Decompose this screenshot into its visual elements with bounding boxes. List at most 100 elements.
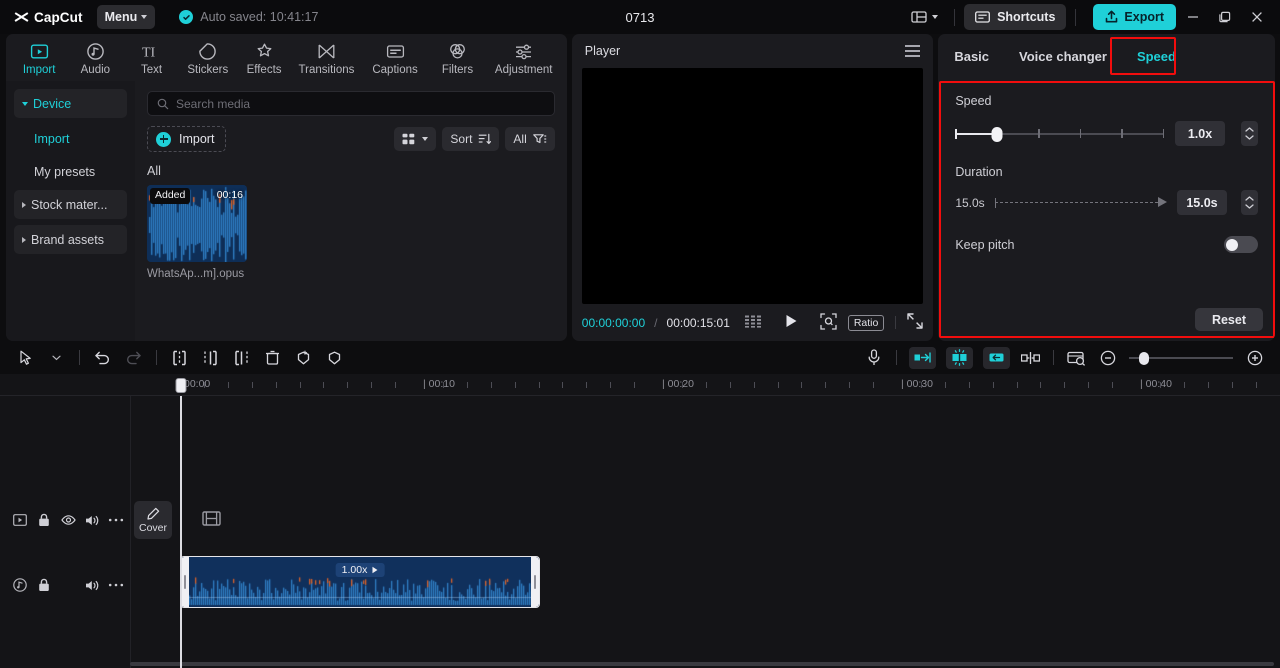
keyframe-add-icon[interactable]: [288, 344, 319, 371]
video-track-lane[interactable]: [130, 492, 1280, 548]
eye-icon[interactable]: [56, 509, 80, 531]
import-media-button[interactable]: Import: [147, 126, 227, 152]
snap-end-icon[interactable]: [983, 346, 1010, 369]
zoom-slider-thumb[interactable]: [1139, 351, 1149, 365]
playhead-handle[interactable]: [175, 378, 187, 393]
browser-toolbar: Import Sort All: [147, 126, 555, 152]
sidebar-item-import[interactable]: Import: [14, 124, 127, 153]
keep-pitch-toggle[interactable]: [1223, 236, 1258, 253]
zoom-in-icon[interactable]: [1239, 344, 1270, 371]
undo-icon[interactable]: [87, 344, 118, 371]
timeline-ruler[interactable]: 00:00 | 00:10 | 00:20 | 00:30 | 00:40: [0, 374, 1280, 396]
duration-value-input[interactable]: 15.0s: [1176, 190, 1227, 215]
shortcuts-button[interactable]: Shortcuts: [964, 4, 1067, 30]
duration-stepper[interactable]: [1240, 190, 1258, 215]
media-thumbnail[interactable]: Added 00:16: [147, 185, 247, 262]
tab-import[interactable]: Import: [12, 39, 66, 76]
clip-trim-handle-left[interactable]: [181, 557, 189, 607]
layout-button[interactable]: [904, 6, 945, 28]
current-timecode: 00:00:00:00: [581, 315, 646, 330]
playhead[interactable]: [175, 378, 187, 668]
play-icon[interactable]: [8, 509, 32, 531]
split-left-icon[interactable]: [195, 344, 226, 371]
split-icon[interactable]: [164, 344, 195, 371]
ratio-button[interactable]: Ratio: [847, 314, 885, 331]
cursor-tool-icon[interactable]: [10, 344, 41, 371]
chevron-down-icon: [22, 101, 28, 106]
split-right-icon[interactable]: [226, 344, 257, 371]
more-icon[interactable]: [104, 574, 128, 596]
tab-effects[interactable]: Effects: [237, 39, 291, 76]
cover-button[interactable]: Cover: [134, 501, 172, 539]
reset-button[interactable]: Reset: [1194, 308, 1263, 331]
keyframe-icon[interactable]: [319, 344, 350, 371]
capcut-logo-icon: [14, 11, 29, 24]
cursor-tool-dropdown-icon[interactable]: [41, 344, 72, 371]
sidebar-item-brand-assets[interactable]: Brand assets: [14, 225, 127, 254]
play-button[interactable]: [785, 314, 798, 331]
timeline-horizontal-scrollbar[interactable]: [130, 662, 1274, 666]
sidebar-item-stock-materials[interactable]: Stock mater...: [14, 190, 127, 219]
speed-value-input[interactable]: 1.0x: [1174, 121, 1225, 146]
volume-icon[interactable]: [80, 509, 104, 531]
audio-track-lane[interactable]: 1.00x: [130, 556, 1280, 614]
snap-start-icon[interactable]: [909, 346, 936, 369]
grid-view-button[interactable]: [394, 127, 437, 151]
tab-captions[interactable]: Captions: [362, 39, 429, 76]
tab-transitions[interactable]: Transitions: [293, 39, 360, 76]
clip-trim-handle-right[interactable]: [531, 557, 539, 607]
lock-icon[interactable]: [32, 509, 56, 531]
lock-icon[interactable]: [32, 574, 56, 596]
autosave-text: Auto saved: 10:41:17: [200, 10, 319, 24]
search-input[interactable]: Search media: [147, 91, 555, 116]
more-icon[interactable]: [104, 509, 128, 531]
audio-icon[interactable]: [8, 574, 32, 596]
snap-center-icon[interactable]: [946, 346, 973, 369]
tab-speed[interactable]: Speed: [1135, 45, 1178, 68]
transitions-icon: [317, 41, 336, 61]
speed-stepper[interactable]: [1240, 121, 1258, 146]
effects-icon: [255, 41, 274, 61]
filters-icon: [448, 41, 467, 61]
sidebar-item-device[interactable]: Device: [14, 89, 127, 118]
zoom-fit-icon[interactable]: [820, 312, 837, 333]
minimize-button[interactable]: [1178, 2, 1208, 32]
filter-button[interactable]: All: [505, 127, 555, 151]
tab-basic[interactable]: Basic: [952, 45, 991, 68]
sort-button[interactable]: Sort: [442, 127, 500, 151]
ruler-tick: [1183, 382, 1185, 388]
ruler-label: | 00:30: [901, 378, 933, 390]
slider-thumb[interactable]: [991, 126, 1003, 142]
microphone-icon[interactable]: [858, 344, 889, 371]
speed-slider-row: 1.0x: [955, 121, 1258, 146]
maximize-button[interactable]: [1210, 2, 1240, 32]
tab-adjustment[interactable]: Adjustment: [487, 39, 561, 76]
speed-slider[interactable]: [955, 126, 1165, 142]
export-button[interactable]: Export: [1093, 4, 1176, 30]
tab-filters[interactable]: Filters: [430, 39, 484, 76]
mirror-split-icon[interactable]: [1015, 344, 1046, 371]
video-clip-placeholder-icon[interactable]: [202, 510, 222, 528]
timeline-zoom-slider[interactable]: [1129, 351, 1233, 365]
media-item[interactable]: Added 00:16 WhatsAp...m].opus: [147, 185, 247, 280]
tab-audio[interactable]: Audio: [68, 39, 122, 76]
player-stage[interactable]: [581, 68, 924, 304]
volume-icon[interactable]: [80, 574, 104, 596]
delete-icon[interactable]: [257, 344, 288, 371]
zoom-out-icon[interactable]: [1092, 344, 1123, 371]
menu-label: Menu: [104, 10, 138, 24]
clip-speed-badge[interactable]: 1.00x: [335, 563, 385, 577]
tab-stickers[interactable]: Stickers: [181, 39, 235, 76]
slider-tick: [1121, 128, 1123, 138]
menu-button[interactable]: Menu: [96, 5, 156, 29]
sidebar-item-my-presets[interactable]: My presets: [14, 157, 127, 186]
player-menu-icon[interactable]: [905, 45, 921, 57]
audio-clip[interactable]: 1.00x: [180, 556, 540, 608]
fullscreen-icon[interactable]: [907, 313, 924, 332]
tab-voice-changer[interactable]: Voice changer: [1017, 45, 1109, 68]
tab-text[interactable]: TI Text: [124, 39, 178, 76]
preview-icon[interactable]: [1061, 344, 1092, 371]
close-button[interactable]: [1242, 2, 1272, 32]
ruler-tick: [371, 382, 373, 388]
frames-icon[interactable]: [744, 315, 762, 331]
